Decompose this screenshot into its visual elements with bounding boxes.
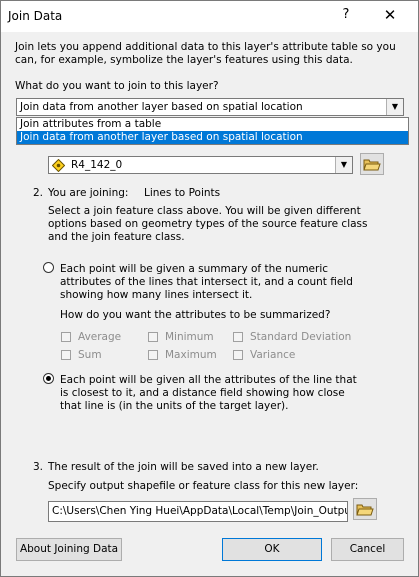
closest-option-radio[interactable] <box>43 373 54 384</box>
chevron-down-icon[interactable]: ▼ <box>335 157 352 173</box>
output-instruction: Specify output shapefile or feature clas… <box>48 480 359 492</box>
join-type-dropdown[interactable]: Join data from another layer based on sp… <box>16 98 404 116</box>
step2-label: You are joining: <box>48 187 129 199</box>
title-bar: Join Data ? ✕ <box>1 1 418 32</box>
layer-select-value: R4_142_0 <box>71 159 123 171</box>
sum-label: Sum <box>78 349 102 361</box>
maximum-checkbox[interactable] <box>148 350 158 360</box>
browse-output-button[interactable] <box>353 498 377 520</box>
join-type-options: Join attributes from a table Join data f… <box>16 117 409 145</box>
layer-select[interactable]: R4_142_0 ▼ <box>48 156 353 174</box>
closest-option-text: Each point will be given all the attribu… <box>60 374 357 412</box>
chevron-down-icon[interactable]: ▼ <box>386 99 403 115</box>
step2-number: 2. <box>33 187 44 199</box>
minimum-checkbox[interactable] <box>148 332 158 342</box>
output-path-field[interactable]: C:\Users\Chen Ying Huei\AppData\Local\Te… <box>48 501 348 522</box>
sum-checkbox[interactable] <box>61 350 71 360</box>
join-data-dialog: Join Data ? ✕ Join lets you append addit… <box>0 0 419 577</box>
intro-text: Join lets you append additional data to … <box>15 41 396 66</box>
join-option-spatial[interactable]: Join data from another layer based on sp… <box>17 131 408 144</box>
join-option-table[interactable]: Join attributes from a table <box>17 118 408 131</box>
minimum-label: Minimum <box>165 331 214 343</box>
summary-option-text: Each point will be given a summary of th… <box>60 263 353 301</box>
output-path-value: C:\Users\Chen Ying Huei\AppData\Local\Te… <box>52 505 348 517</box>
step3-text: The result of the join will be saved int… <box>48 461 319 473</box>
about-joining-button[interactable]: About Joining Data <box>16 538 122 561</box>
average-checkbox[interactable] <box>61 332 71 342</box>
std-deviation-checkbox[interactable] <box>233 332 243 342</box>
variance-checkbox[interactable] <box>233 350 243 360</box>
close-button[interactable]: ✕ <box>382 6 398 24</box>
help-button[interactable]: ? <box>339 7 353 22</box>
point-layer-icon <box>52 159 65 172</box>
open-folder-icon <box>356 504 374 516</box>
summary-option-radio[interactable] <box>43 262 54 273</box>
step3-number: 3. <box>33 461 44 473</box>
join-question: What do you want to join to this layer? <box>15 80 219 92</box>
dialog-title: Join Data <box>8 9 63 23</box>
step2-value: Lines to Points <box>144 187 221 199</box>
browse-layer-button[interactable] <box>360 153 384 175</box>
open-folder-icon <box>363 159 381 171</box>
average-label: Average <box>78 331 122 343</box>
step2-description: Select a join feature class above. You w… <box>48 205 368 243</box>
summarize-question: How do you want the attributes to be sum… <box>60 309 331 321</box>
ok-button[interactable]: OK <box>222 538 322 561</box>
std-deviation-label: Standard Deviation <box>250 331 352 343</box>
cancel-button[interactable]: Cancel <box>331 538 404 561</box>
variance-label: Variance <box>250 349 296 361</box>
maximum-label: Maximum <box>165 349 217 361</box>
join-type-selected: Join data from another layer based on sp… <box>20 101 303 113</box>
